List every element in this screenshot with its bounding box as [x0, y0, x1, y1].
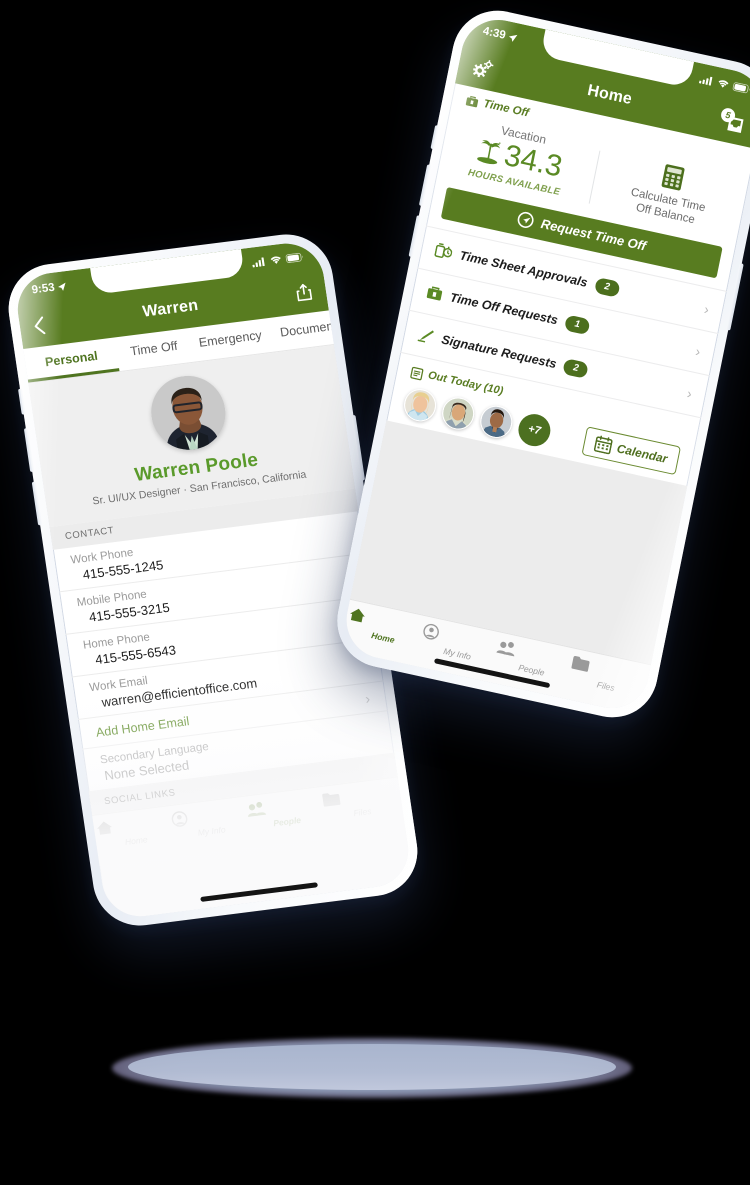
- avatar: [146, 371, 231, 455]
- inbox-icon[interactable]: 5: [719, 106, 748, 135]
- battery-icon: [285, 252, 303, 263]
- status-time: 4:39: [481, 25, 507, 42]
- palm-tree-icon: [477, 140, 501, 165]
- page-title: Home: [585, 81, 634, 109]
- signature-pen-icon: [417, 330, 434, 343]
- tab-label: Files: [352, 805, 373, 819]
- location-arrow-icon: [58, 282, 66, 291]
- briefcase-icon: [465, 95, 479, 108]
- calendar-icon: [593, 435, 613, 455]
- stopwatch-icon: [434, 243, 453, 259]
- cellular-signal-icon: [252, 256, 265, 267]
- home-indicator: [200, 882, 319, 902]
- wifi-icon: [718, 79, 729, 88]
- cellular-signal-icon: [699, 76, 713, 86]
- page-title: Warren: [141, 296, 200, 321]
- avatar[interactable]: [477, 402, 516, 441]
- share-icon[interactable]: [295, 282, 314, 302]
- person-circle-icon: [170, 803, 248, 829]
- scene: 9:53 Warren Personal Time Off Emergency …: [0, 0, 750, 1185]
- people-icon: [246, 793, 324, 819]
- row-badge: 2: [593, 276, 621, 298]
- tab-home[interactable]: Home: [345, 606, 425, 651]
- back-chevron-icon[interactable]: [33, 316, 47, 335]
- wifi-icon: [270, 256, 281, 264]
- tab-home[interactable]: Home: [95, 812, 175, 850]
- location-arrow-icon: [509, 34, 518, 42]
- row-badge: 2: [562, 357, 590, 379]
- tab-my-info[interactable]: My Info: [170, 803, 250, 841]
- calendar-button-label: Calendar: [615, 441, 669, 466]
- tab-label: Home: [124, 834, 149, 847]
- tab-label: People: [272, 814, 302, 829]
- home-icon: [95, 812, 173, 838]
- folder-icon: [321, 784, 399, 810]
- tab-label: My Info: [197, 824, 227, 838]
- floor-shadow: [128, 1044, 616, 1090]
- briefcase-icon: [426, 286, 443, 301]
- tab-my-info[interactable]: My Info: [419, 622, 499, 667]
- gears-icon[interactable]: [471, 56, 496, 79]
- phone-screen-home: 4:39 Home 5 Time Off Vacation 34.3 HOURS…: [339, 12, 750, 716]
- overflow-avatar-count[interactable]: +7: [515, 410, 554, 449]
- chevron-right-icon: ›: [364, 690, 372, 707]
- phone-device-home: 4:39 Home 5 Time Off Vacation 34.3 HOURS…: [329, 1, 750, 727]
- chevron-right-icon: ›: [702, 300, 711, 318]
- chevron-right-icon: ›: [685, 384, 694, 402]
- tab-people[interactable]: People: [246, 793, 326, 831]
- row-badge: 1: [563, 314, 591, 335]
- calculator-icon: [661, 164, 685, 191]
- tab-label: Files: [596, 679, 616, 693]
- tab-files[interactable]: Files: [568, 655, 648, 700]
- calendar-list-icon: [410, 366, 424, 381]
- add-home-email-label: Add Home Email: [95, 714, 191, 740]
- avatar[interactable]: [401, 385, 439, 425]
- chevron-right-icon: ›: [694, 342, 703, 360]
- clock-send-icon: [518, 212, 534, 229]
- battery-icon: [732, 81, 750, 93]
- status-time: 9:53: [30, 281, 56, 297]
- tab-files[interactable]: Files: [321, 784, 401, 822]
- avatar[interactable]: [439, 394, 478, 433]
